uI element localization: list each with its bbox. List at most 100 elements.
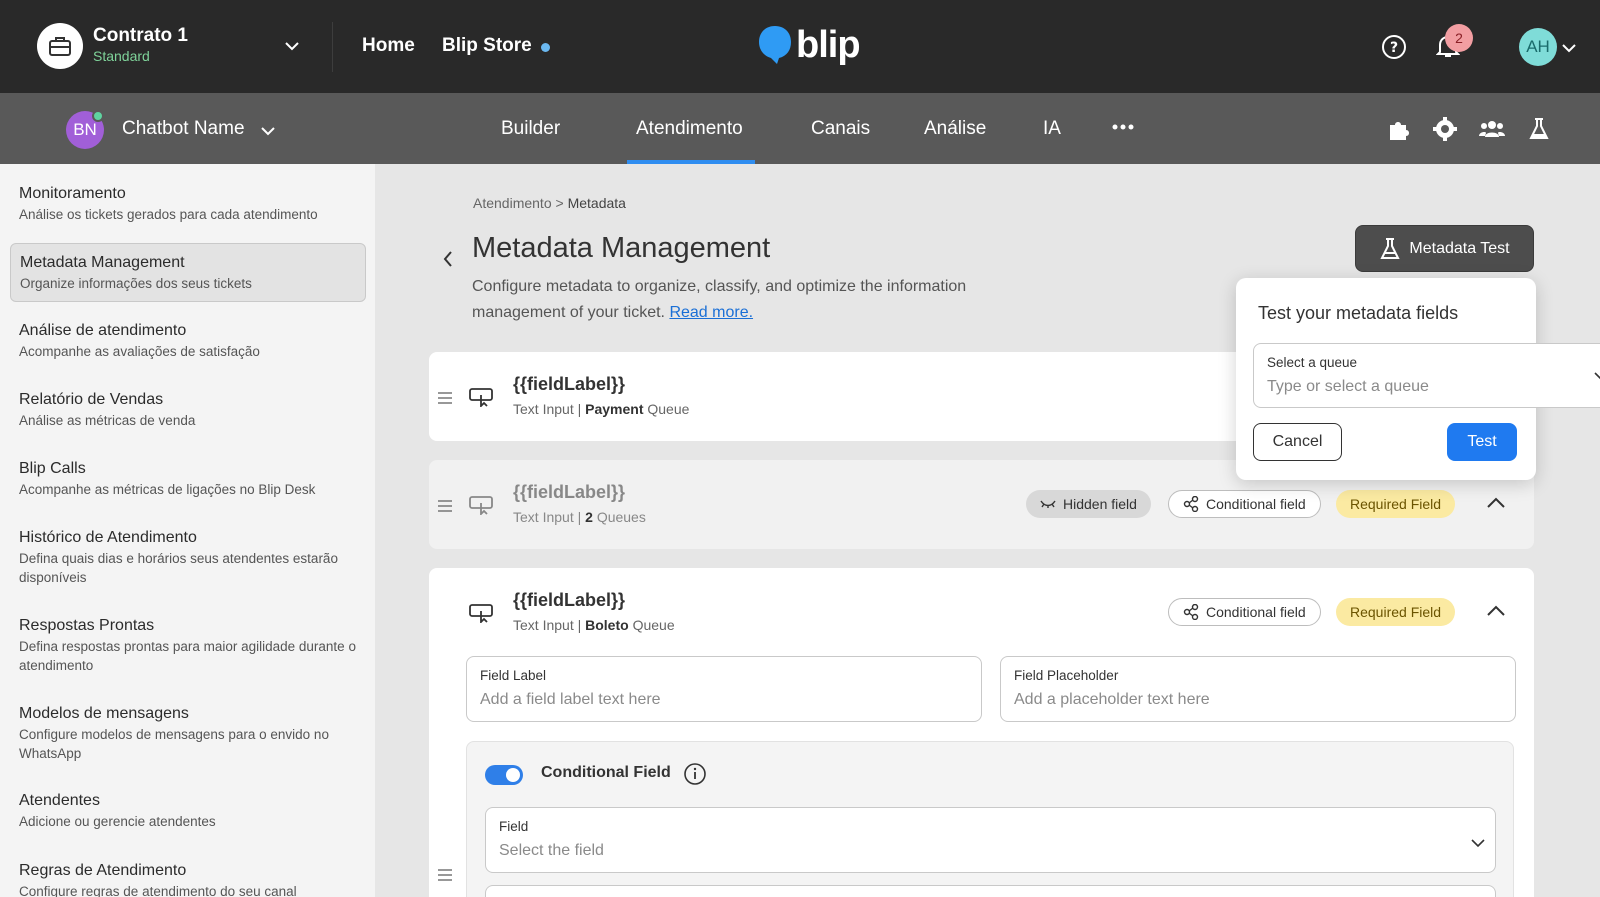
blip-logo[interactable]: blip (757, 24, 861, 66)
read-more-link[interactable]: Read more. (669, 304, 753, 321)
drag-handle-icon[interactable] (437, 868, 453, 886)
sidebar-item-desc: Organize informações dos seus tickets (20, 276, 252, 291)
sidebar-item-desc: Acompanhe as métricas de ligações no Bli… (19, 482, 316, 497)
sidebar-item-regras[interactable]: Regras de Atendimento Configure regras d… (10, 861, 366, 897)
active-tab-indicator (627, 160, 755, 164)
meta-separator: | (577, 509, 582, 525)
sidebar-item-historico[interactable]: Histórico de Atendimento Defina quais di… (10, 528, 366, 587)
sidebar-item-atendentes[interactable]: Atendentes Adicione ou gerencie atendent… (10, 791, 366, 831)
text-input-icon (469, 495, 495, 520)
input-label: Field (499, 819, 529, 834)
field-select-secondary[interactable] (485, 885, 1496, 897)
sidebar-item-desc: Acompanhe as avaliações de satisfação (19, 344, 260, 359)
field-meta: Text Input | Boleto Queue (513, 617, 675, 633)
logo-text: blip (796, 24, 861, 66)
sidebar-item-blip-calls[interactable]: Blip Calls Acompanhe as métricas de liga… (10, 459, 366, 499)
field-label-input[interactable]: Field Label Add a field label text here (466, 656, 982, 722)
tab-atendimento[interactable]: Atendimento (636, 118, 743, 140)
sidebar-item-title: Blip Calls (19, 460, 86, 477)
divider (332, 22, 333, 72)
branch-icon (1183, 496, 1199, 512)
drag-handle-icon[interactable] (437, 391, 453, 409)
chevron-up-icon[interactable] (1486, 496, 1506, 514)
input-placeholder: Add a field label text here (480, 691, 661, 708)
sidebar-item-desc: Análise as métricas de venda (19, 413, 196, 428)
field-placeholder-input[interactable]: Field Placeholder Add a placeholder text… (1000, 656, 1516, 722)
chip-label: Required Field (1350, 604, 1442, 620)
chevron-up-icon[interactable] (1486, 604, 1506, 622)
flask-icon[interactable] (1528, 116, 1550, 147)
tab-canais[interactable]: Canais (811, 118, 870, 140)
flask-icon (1380, 237, 1401, 259)
queue-name: Boleto (585, 617, 629, 633)
conditional-field-toggle[interactable] (485, 765, 523, 785)
sidebar-item-desc: Adicione ou gerencie atendentes (19, 814, 216, 829)
sidebar-item-modelos-mensagens[interactable]: Modelos de mensagens Configure modelos d… (10, 704, 366, 763)
field-type: Text Input (513, 509, 574, 525)
test-button[interactable]: Test (1447, 423, 1517, 461)
breadcrumb-separator: > (555, 195, 564, 211)
sidebar-item-title: Metadata Management (20, 254, 185, 271)
back-chevron-icon[interactable] (442, 250, 454, 273)
store-new-dot (541, 43, 550, 52)
contract-title[interactable]: Contrato 1 (93, 25, 188, 47)
gear-icon[interactable] (1432, 116, 1458, 147)
blip-bubble-icon (759, 26, 791, 64)
tab-builder[interactable]: Builder (501, 118, 560, 140)
queue-suffix: Queue (647, 401, 690, 417)
input-placeholder: Select the field (499, 842, 604, 859)
sidebar-item-desc: Configure modelos de mensagens para o en… (19, 727, 329, 761)
breadcrumb-parent[interactable]: Atendimento (473, 195, 552, 211)
sidebar-item-monitoramento[interactable]: Monitoramento Análise os tickets gerados… (10, 184, 366, 224)
sidebar-item-respostas-prontas[interactable]: Respostas Prontas Defina respostas pront… (10, 616, 366, 675)
field-label: {{fieldLabel}} (513, 590, 626, 610)
field-label: {{fieldLabel}} (513, 374, 626, 394)
team-icon[interactable] (1478, 116, 1506, 147)
tab-ia[interactable]: IA (1043, 118, 1061, 140)
nav-store-link[interactable]: Blip Store (442, 35, 532, 57)
user-avatar[interactable]: AH (1519, 28, 1557, 66)
sidebar-item-metadata-management[interactable]: Metadata Management Organize informações… (10, 243, 366, 302)
input-placeholder: Type or select a queue (1267, 378, 1429, 395)
tab-analise[interactable]: Análise (924, 118, 986, 140)
sidebar-item-relatorio-vendas[interactable]: Relatório de Vendas Análise as métricas … (10, 390, 366, 430)
briefcase-icon[interactable] (37, 23, 83, 69)
breadcrumb-current: Metadata (567, 195, 626, 211)
sidebar-item-desc: Defina quais dias e horários seus atende… (19, 551, 338, 585)
metadata-test-button[interactable]: Metadata Test (1355, 225, 1534, 272)
info-icon[interactable] (683, 762, 707, 791)
bot-name[interactable]: Chatbot Name (122, 118, 245, 140)
chip-label: Conditional field (1206, 604, 1306, 620)
input-placeholder: Add a placeholder text here (1014, 691, 1210, 708)
chevron-down-icon[interactable] (1562, 40, 1576, 58)
sidebar-item-title: Histórico de Atendimento (19, 529, 197, 546)
chevron-down-icon[interactable] (284, 38, 300, 56)
chevron-down-icon[interactable] (260, 123, 276, 141)
more-icon[interactable] (1112, 113, 1134, 143)
field-type: Text Input (513, 617, 574, 633)
puzzle-icon[interactable] (1386, 116, 1412, 147)
notification-badge[interactable]: 2 (1445, 24, 1473, 52)
drag-handle-icon[interactable] (437, 499, 453, 517)
field-select[interactable]: Field Select the field (485, 807, 1496, 873)
cancel-button[interactable]: Cancel (1253, 423, 1342, 461)
sidebar-item-title: Atendentes (19, 792, 100, 809)
nav-home-link[interactable]: Home (362, 35, 415, 57)
contract-plan: Standard (93, 48, 150, 64)
field-meta: Text Input | 2 Queues (513, 509, 646, 525)
input-label: Field Placeholder (1014, 668, 1119, 683)
secondary-nav-bar: BN Chatbot Name Builder Atendimento Cana… (0, 93, 1600, 164)
input-label: Select a queue (1267, 355, 1358, 370)
help-icon[interactable]: ? (1381, 34, 1407, 65)
queue-select[interactable]: Select a queue Type or select a queue (1253, 343, 1600, 408)
chip-label: Conditional field (1206, 496, 1306, 512)
required-field-chip: Required Field (1336, 598, 1456, 626)
page-title: Metadata Management (472, 232, 771, 264)
sidebar-item-title: Modelos de mensagens (19, 705, 189, 722)
conditional-field-title: Conditional Field (541, 764, 671, 781)
sidebar-item-analise-atendimento[interactable]: Análise de atendimento Acompanhe as aval… (10, 321, 366, 361)
sidebar-item-title: Respostas Prontas (19, 617, 155, 634)
metadata-test-popover: Test your metadata fields Select a queue… (1236, 278, 1600, 480)
input-label: Field Label (480, 668, 547, 683)
meta-separator: | (577, 401, 582, 417)
